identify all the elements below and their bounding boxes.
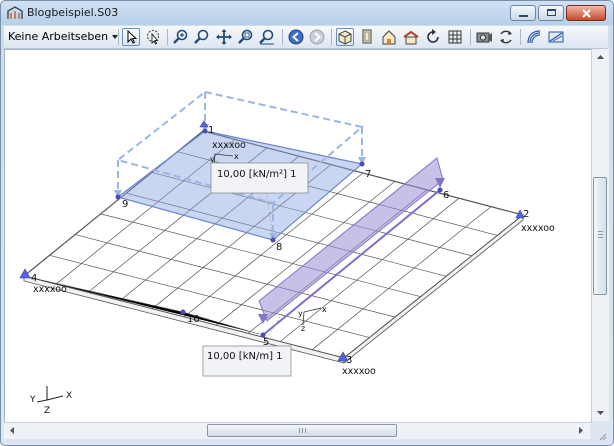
toolbar-separator [470,29,471,45]
maximize-button[interactable] [538,5,564,21]
resize-grip-icon[interactable] [599,433,607,441]
grid-button[interactable] [446,28,464,46]
zoom-window-icon [238,29,253,44]
node-label-8: 8 [276,242,282,253]
render-button[interactable] [525,28,543,46]
rotate-select-button[interactable] [144,28,162,46]
select-cursor-button[interactable] [122,28,140,46]
support-4 [19,268,31,279]
forward-button[interactable] [308,28,326,46]
close-icon [582,9,591,18]
node-label-1: 1 [208,125,214,136]
scroll-up-icon[interactable] [593,50,608,65]
node-label-10: 10 [187,314,200,325]
node-label-2: 2 [523,209,529,220]
scroll-right-icon[interactable] [573,423,588,438]
front-view-button[interactable] [358,28,376,46]
toolbar-separator [118,29,119,45]
home-view-icon [382,30,396,45]
back-button[interactable] [287,28,305,46]
vertical-scroll-thumb[interactable] [593,177,607,295]
refresh-icon [500,30,512,44]
node-label-6: 6 [443,190,449,201]
node-label-9: 9 [122,199,128,210]
horizontal-scrollbar[interactable] [4,422,590,439]
window-title: Blogbeispiel.S03 [27,6,119,19]
zoom-in-icon [173,29,188,44]
zoom-in-button[interactable] [172,28,190,46]
global-axis-z-label: Z [44,406,50,416]
toolbar: Keine Arbeitseben [4,26,608,49]
vertical-scrollbar[interactable] [591,49,609,421]
house-view-button[interactable] [402,28,420,46]
line-load-label-box[interactable]: 10,00 [kN/m] 1 [202,345,292,377]
support-label-2: xxxxoo [521,223,555,234]
app-icon [7,6,23,19]
workplane-dropdown-value: Keine Arbeitseben [8,30,109,43]
workplane-dropdown[interactable]: Keine Arbeitseben [8,29,119,45]
global-axis-y-label: Y [29,395,36,405]
rotate-view-icon [427,29,439,43]
minimize-icon [519,15,528,17]
camera-icon [476,32,492,43]
zoom-all-button[interactable] [258,28,276,46]
grid-line [311,206,492,351]
model-canvas[interactable]: 1 2 4 5 6 7 8 9 10 3 xxxxoo xxxxoo xxxxo… [5,50,591,422]
horizontal-scroll-thumb[interactable] [207,424,397,437]
line-local-axis-z-label: z [301,324,305,333]
title-bar[interactable]: Blogbeispiel.S03 [1,1,613,25]
local-axis-x-label: x [234,152,239,161]
toolbar-separator [282,29,283,45]
camera-button[interactable] [475,28,493,46]
zoom-out-icon [194,29,209,44]
global-axis-x-label: X [66,391,72,401]
rotate-view-button[interactable] [424,28,442,46]
forward-arrow-icon [309,29,325,45]
scroll-left-icon[interactable] [5,423,20,438]
display-icon [548,31,564,43]
grid-icon [448,30,462,44]
zoom-out-button[interactable] [193,28,211,46]
node-label-3: 3 [346,355,352,366]
render-icon [527,30,541,44]
isometric-view-button[interactable] [336,28,354,46]
toolbar-separator [520,29,521,45]
display-button[interactable] [547,28,565,46]
area-load-label-box[interactable]: 10,00 [kN/m²] 1 [210,162,309,194]
front-view-icon [362,29,372,44]
close-button[interactable] [566,5,606,21]
pan-move-button[interactable] [215,28,233,46]
support-label-3: xxxxoo [342,366,376,377]
global-axes-icon [36,386,64,403]
area-load-label: 10,00 [kN/m²] 1 [217,169,297,180]
toolbar-separator [167,29,168,45]
house-view-icon [403,30,419,45]
isometric-view-icon [338,30,352,45]
line-local-axis-y-label: y [298,309,303,318]
support-label-1: xxxxoo [212,140,246,151]
select-cursor-icon [127,29,138,44]
scroll-down-icon[interactable] [593,405,608,420]
zoom-window-button[interactable] [237,28,255,46]
node-label-7: 7 [365,169,371,180]
model-viewport[interactable]: 1 2 4 5 6 7 8 9 10 3 xxxxoo xxxxoo xxxxo… [4,49,592,423]
rotate-select-icon [147,30,159,45]
refresh-button[interactable] [497,28,515,46]
toolbar-separator [331,29,332,45]
minimize-button[interactable] [510,5,536,21]
back-arrow-icon [288,29,304,45]
node-label-4: 4 [31,273,37,284]
line-local-axis-x-label: x [322,305,327,314]
line-load-label: 10,00 [kN/m] 1 [207,351,283,362]
maximize-icon [547,9,556,16]
application-window: Blogbeispiel.S03 Keine Arbeitseben 1 2 4… [0,0,614,446]
zoom-all-icon [259,29,274,45]
pan-move-icon [216,29,232,45]
home-view-button[interactable] [380,28,398,46]
support-label-4: xxxxoo [33,284,67,295]
